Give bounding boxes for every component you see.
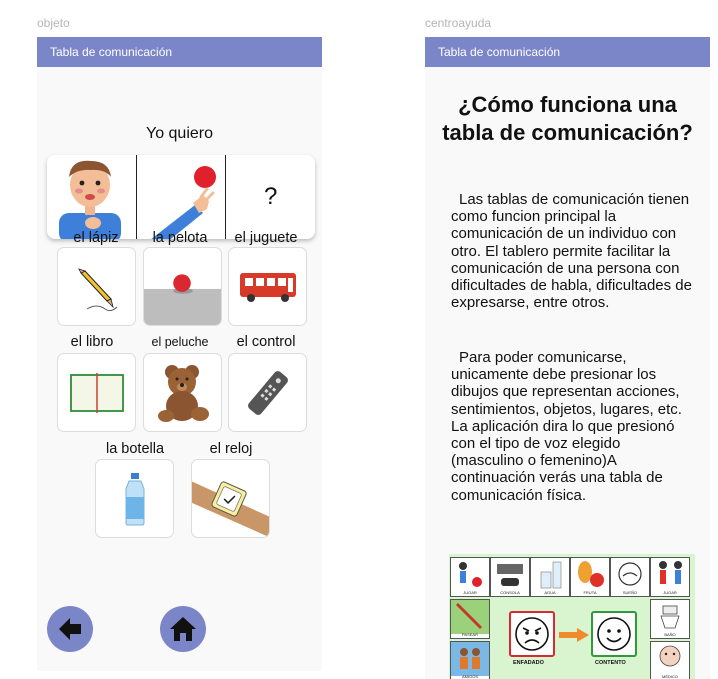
bottle-icon — [125, 472, 144, 525]
remote-control-icon — [247, 370, 288, 415]
strip-cell-yo[interactable] — [47, 155, 137, 239]
item-label-lapiz: el lápiz — [73, 230, 119, 246]
board-cell-medico-icon: MÉDICO — [650, 641, 690, 679]
tile-juguete[interactable] — [228, 247, 307, 326]
sentence-strip[interactable]: ? — [47, 155, 315, 239]
watch-icon — [192, 481, 269, 537]
tile-peluche[interactable] — [143, 353, 222, 432]
frame-label-centroayuda: centroayuda — [425, 16, 492, 30]
home-button[interactable] — [160, 606, 206, 652]
placeholder-question: ? — [264, 183, 278, 210]
tile-reloj[interactable] — [191, 459, 270, 538]
help-title: ¿Cómo funciona una tabla de comunicación… — [442, 92, 693, 145]
right-screen: Tabla de comunicación ¿Cómo funciona una… — [425, 37, 710, 679]
item-label-libro: el libro — [70, 334, 114, 350]
item-label-pelota: la pelota — [152, 230, 208, 246]
book-icon — [69, 372, 124, 413]
happy-face-icon — [591, 611, 637, 657]
frame-label-objeto: objeto — [37, 16, 70, 30]
angry-face-caption: ENFADADO — [513, 660, 544, 666]
ball-icon — [144, 274, 221, 325]
tile-libro[interactable] — [57, 353, 136, 432]
board-cell-pasear-icon: PASEAR — [450, 599, 490, 639]
board-cell-consola-icon: CONSOLA — [490, 557, 530, 597]
item-label-botella: la botella — [105, 441, 165, 457]
board-cell-fruta-icon: FRUTA — [570, 557, 610, 597]
phrase-text: Yo quiero — [145, 125, 214, 142]
board-cell-bano-icon: BAÑO — [650, 599, 690, 639]
item-label-reloj: el reloj — [209, 441, 253, 457]
angry-face-icon — [509, 611, 555, 657]
strip-cell-quiero[interactable] — [137, 155, 227, 239]
item-label-control: el control — [236, 334, 296, 350]
board-cell-agua-icon: AGUA — [530, 557, 570, 597]
boy-pointing-self-icon — [59, 160, 122, 239]
tile-lapiz[interactable] — [57, 247, 136, 326]
back-button[interactable] — [47, 606, 93, 652]
help-paragraph-2: Para poder comunicarse, unicamente debe … — [451, 349, 682, 504]
communication-board-image: JUGAR CONSOLA AGUA FRUTA SUEÑO JUGAR PAS… — [449, 554, 695, 679]
board-cell-jugar2-icon: JUGAR — [650, 557, 690, 597]
happy-face-caption: CONTENTO — [595, 660, 626, 666]
tile-pelota[interactable] — [143, 247, 222, 326]
reaching-arm-icon — [151, 166, 216, 239]
app-bar-title: Tabla de comunicación — [37, 37, 322, 67]
arrow-right-icon — [559, 628, 589, 642]
item-label-peluche: el peluche — [151, 335, 209, 349]
toy-bus-icon — [239, 272, 296, 302]
board-cell-amigos-icon: AMIGOS — [450, 641, 490, 679]
board-cell-sueno-icon: SUEÑO — [610, 557, 650, 597]
tile-botella[interactable] — [95, 459, 174, 538]
tile-control[interactable] — [228, 353, 307, 432]
app-bar-title: Tabla de comunicación — [425, 37, 710, 67]
item-label-juguete: el juguete — [234, 230, 298, 246]
arrow-left-icon — [59, 618, 81, 640]
strip-cell-empty[interactable]: ? — [226, 155, 315, 239]
left-screen: Tabla de comunicación Yo quiero ? el láp… — [37, 37, 322, 671]
help-paragraph-1: Las tablas de comunicación tienen como f… — [451, 191, 692, 312]
teddy-bear-icon — [157, 364, 209, 422]
home-icon — [170, 617, 196, 641]
board-cell-jugar-icon: JUGAR — [450, 557, 490, 597]
pencil-icon — [77, 267, 117, 311]
